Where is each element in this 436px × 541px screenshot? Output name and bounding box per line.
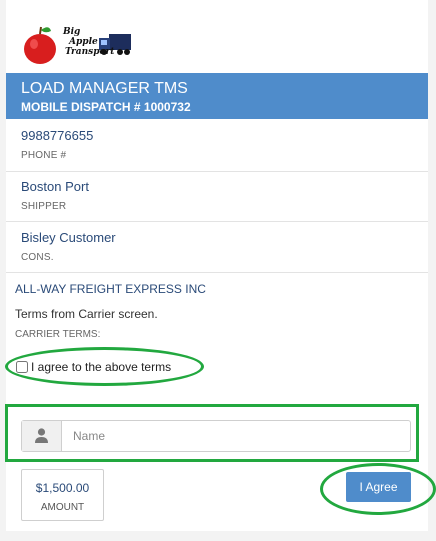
shipper-label: SHIPPER <box>21 201 67 212</box>
carrier-name: ALL-WAY FREIGHT EXPRESS INC <box>15 282 206 296</box>
shipper-row: Boston Port SHIPPER <box>6 171 428 222</box>
logo-line-3: Transport <box>65 47 115 57</box>
logo-line-2: Apple <box>69 37 98 47</box>
logo-text: Big Apple Transport <box>63 27 114 57</box>
company-logo: Big Apple Transport <box>21 22 133 68</box>
phone-value: 9988776655 <box>21 128 94 143</box>
shipper-value: Boston Port <box>21 179 89 194</box>
amount-value: $1,500.00 <box>35 481 90 495</box>
amount-label: AMOUNT <box>40 502 85 513</box>
page-title: LOAD MANAGER TMS <box>21 80 188 97</box>
page-header: LOAD MANAGER TMS MOBILE DISPATCH # 10007… <box>6 73 428 119</box>
logo-line-1: Big <box>63 27 81 37</box>
consignee-value: Bisley Customer <box>21 230 116 245</box>
amount-box: $1,500.00 AMOUNT <box>21 469 104 521</box>
name-addon <box>22 421 62 451</box>
name-input-group[interactable] <box>21 420 411 452</box>
user-icon <box>35 428 48 443</box>
phone-label: PHONE # <box>21 150 67 161</box>
phone-row: 9988776655 PHONE # <box>6 119 428 172</box>
carrier-terms-label: CARRIER TERMS: <box>15 329 101 340</box>
dispatch-number: MOBILE DISPATCH # 1000732 <box>21 100 191 114</box>
carrier-terms-text: Terms from Carrier screen. <box>15 307 158 321</box>
name-input[interactable] <box>62 421 406 451</box>
annotation-ellipse-terms <box>5 347 204 386</box>
annotation-ellipse-agree <box>320 463 436 515</box>
consignee-row: Bisley Customer CONS. <box>6 222 428 273</box>
consignee-label: CONS. <box>21 252 54 263</box>
